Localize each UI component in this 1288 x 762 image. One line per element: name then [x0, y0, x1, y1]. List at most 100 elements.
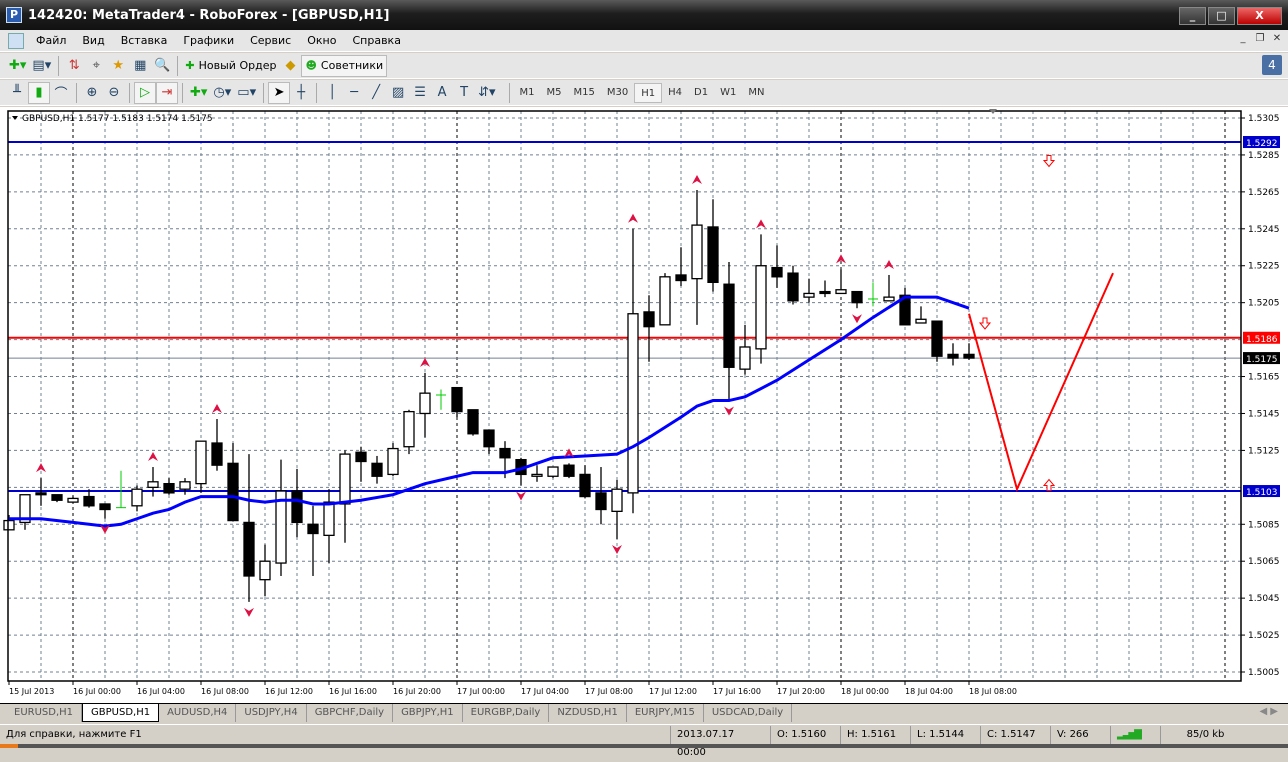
strategy-tester-icon[interactable]: 🔍	[151, 55, 173, 77]
text-label-icon[interactable]: T	[453, 82, 475, 104]
tf-m30[interactable]: M30	[601, 83, 634, 103]
bear-candle-body	[83, 495, 95, 507]
menu-window[interactable]: Окно	[299, 34, 344, 47]
experts-button[interactable]: ☻ Советники	[301, 54, 388, 77]
chart-menu-icon[interactable]	[8, 32, 24, 49]
terminal-icon[interactable]: ▦	[129, 55, 151, 77]
tab-eurjpy-m15[interactable]: EURJPY,M15	[627, 704, 704, 722]
support-price-label: 1.5292	[1246, 139, 1278, 149]
tf-h4[interactable]: H4	[662, 83, 688, 103]
candle	[547, 466, 559, 479]
cursor-icon[interactable]: ➤	[268, 81, 291, 104]
trendline-icon[interactable]: ╱	[365, 82, 387, 104]
vertical-line-icon[interactable]: │	[321, 82, 343, 104]
status-low: L: 1.5144	[910, 725, 980, 744]
mdi-minimize-button[interactable]: _	[1236, 33, 1250, 48]
menu-tools[interactable]: Сервис	[242, 34, 299, 47]
divider	[177, 55, 179, 76]
price-tick-label: 1.5245	[1248, 225, 1280, 235]
tf-m5[interactable]: M5	[541, 83, 568, 103]
candle	[931, 320, 943, 362]
tab-scroll-arrows[interactable]: ◀ ▶	[1259, 706, 1278, 717]
bull-candle-body	[659, 276, 671, 326]
symbol-tabs: EURUSD,H1 GBPUSD,H1 AUDUSD,H4 USDJPY,H4 …	[0, 703, 1288, 722]
zoom-out-icon[interactable]: ⊖	[103, 82, 125, 104]
tab-usdjpy-h4[interactable]: USDJPY,H4	[236, 704, 307, 722]
price-chart[interactable]: GBPUSD,H1 1.5177 1.5183 1.5174 1.5175 1.…	[0, 107, 1288, 703]
bear-candle-body	[947, 353, 959, 359]
profiles-icon[interactable]: ▤▾	[29, 55, 54, 77]
status-bar: Для справки, нажмите F1 2013.07.17 00:00…	[0, 724, 1288, 758]
notifications-badge[interactable]: 4	[1262, 55, 1282, 75]
menu-charts[interactable]: Графики	[175, 34, 242, 47]
new-chart-icon[interactable]: ✚▾	[6, 55, 29, 77]
status-traffic: 85/0 kb	[1160, 725, 1250, 744]
periods-icon[interactable]: ◷▾	[210, 82, 234, 104]
bull-candle-body	[147, 481, 159, 488]
bull-candle-body	[179, 481, 191, 490]
status-datetime: 2013.07.17 00:00	[670, 725, 770, 758]
mdi-restore-button[interactable]: ❐	[1253, 33, 1267, 48]
tf-m15[interactable]: M15	[568, 83, 601, 103]
bull-candle-body	[627, 313, 639, 494]
time-tick-label: 16 Jul 16:00	[329, 687, 377, 696]
bull-candle-body	[835, 289, 847, 295]
menu-help[interactable]: Справка	[344, 34, 408, 47]
indicators-icon[interactable]: ✚▾	[187, 82, 210, 104]
time-tick-label: 15 Jul 2013	[9, 687, 54, 696]
navigator-icon[interactable]: ★	[107, 55, 129, 77]
bar-chart-icon[interactable]: ╨	[6, 82, 28, 104]
menu-file[interactable]: Файл	[28, 34, 74, 47]
tab-usdcad-daily[interactable]: USDCAD,Daily	[704, 704, 793, 722]
candlestick-icon[interactable]: ▮	[28, 81, 50, 104]
horizontal-line-icon[interactable]: ─	[343, 82, 365, 104]
tf-w1[interactable]: W1	[714, 83, 742, 103]
new-order-button[interactable]: ✚ Новый Ордер	[182, 55, 279, 77]
maximize-button[interactable]: □	[1208, 7, 1235, 25]
equidistant-channel-icon[interactable]: ▨	[387, 82, 409, 104]
tf-m1[interactable]: M1	[514, 83, 541, 103]
mdi-close-button[interactable]: ✕	[1270, 33, 1284, 48]
zoom-in-icon[interactable]: ⊕	[81, 82, 103, 104]
divider	[76, 82, 77, 103]
tab-gbpchf-daily[interactable]: GBPCHF,Daily	[307, 704, 394, 722]
price-tick-label: 1.5265	[1248, 188, 1280, 198]
tf-h1[interactable]: H1	[634, 82, 663, 103]
bear-candle-body	[483, 429, 495, 448]
bear-candle-body	[243, 521, 255, 577]
templates-icon[interactable]: ▭▾	[234, 82, 259, 104]
bear-candle-body	[771, 266, 783, 278]
text-icon[interactable]: A	[431, 82, 453, 104]
tab-eurgbp-daily[interactable]: EURGBP,Daily	[463, 704, 550, 722]
bull-candle-body	[419, 392, 431, 415]
crosshair-icon[interactable]: ┼	[290, 82, 312, 104]
close-button[interactable]: X	[1237, 7, 1282, 25]
connection-icon: ▂▃▅▇	[1110, 725, 1160, 744]
chart-shift-icon[interactable]: ⇥	[156, 81, 178, 104]
bull-candle-body	[531, 473, 543, 477]
tf-d1[interactable]: D1	[688, 83, 714, 103]
menu-view[interactable]: Вид	[74, 34, 112, 47]
tf-mn[interactable]: MN	[742, 83, 770, 103]
bull-candle-body	[883, 296, 895, 302]
market-watch-icon[interactable]: ⇅	[63, 55, 85, 77]
alert-icon[interactable]: ◆	[279, 55, 301, 77]
bull-candle-body	[259, 560, 271, 581]
auto-scroll-icon[interactable]: ▷	[134, 81, 156, 104]
line-chart-icon[interactable]: ⌒	[50, 82, 72, 104]
bear-candle-body	[595, 492, 607, 511]
bear-candle-body	[467, 409, 479, 435]
arrows-icon[interactable]: ⇵▾	[475, 82, 498, 104]
tab-gbpusd-h1[interactable]: GBPUSD,H1	[82, 704, 160, 722]
price-tick-label: 1.5285	[1248, 151, 1280, 161]
menu-insert[interactable]: Вставка	[113, 34, 176, 47]
bear-candle-body	[579, 473, 591, 498]
data-window-icon[interactable]: ⌖	[85, 55, 107, 77]
fibonacci-icon[interactable]: ☰	[409, 82, 431, 104]
tab-nzdusd-h1[interactable]: NZDUSD,H1	[549, 704, 627, 722]
divider	[263, 82, 265, 103]
tab-eurusd-h1[interactable]: EURUSD,H1	[6, 704, 83, 722]
minimize-button[interactable]: _	[1179, 7, 1206, 25]
tab-gbpjpy-h1[interactable]: GBPJPY,H1	[393, 704, 463, 722]
tab-audusd-h4[interactable]: AUDUSD,H4	[159, 704, 237, 722]
